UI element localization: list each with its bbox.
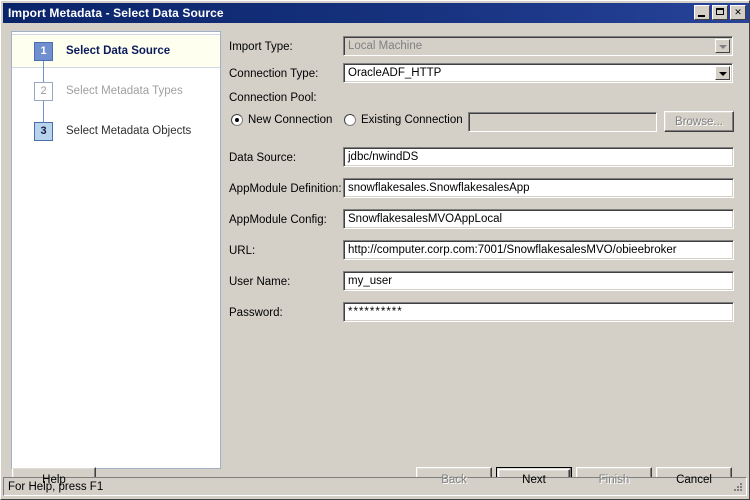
- step-label-1: Select Data Source: [66, 45, 171, 57]
- appmodule-definition-label: AppModule Definition:: [229, 183, 342, 195]
- data-source-label: Data Source:: [229, 152, 297, 164]
- title-bar: Import Metadata - Select Data Source ✕: [3, 3, 749, 23]
- url-label: URL:: [229, 245, 256, 257]
- appmodule-definition-value: snowflakesales.SnowflakesalesApp: [348, 182, 530, 194]
- radio-icon-unselected: [344, 114, 356, 126]
- resize-grip-icon[interactable]: [732, 481, 744, 493]
- step-badge-1: 1: [34, 41, 53, 61]
- chevron-down-icon[interactable]: [715, 39, 730, 53]
- browse-button-label: Browse...: [675, 115, 723, 128]
- new-connection-label: New Connection: [248, 114, 333, 126]
- finish-button-label: Finish: [598, 473, 630, 486]
- window-title: Import Metadata - Select Data Source: [8, 6, 224, 20]
- step-label-2: Select Metadata Types: [66, 85, 183, 97]
- step-badge-2: 2: [34, 81, 53, 101]
- window-controls: ✕: [694, 5, 746, 20]
- help-button-label: Help: [42, 473, 66, 486]
- data-source-input[interactable]: jdbc/nwindDS: [343, 147, 734, 167]
- url-input[interactable]: http://computer.corp.com:7001/Snowflakes…: [343, 240, 734, 260]
- connection-type-combobox[interactable]: OracleADF_HTTP: [343, 63, 733, 83]
- minimize-button[interactable]: [694, 5, 710, 20]
- existing-connection-input[interactable]: [468, 112, 657, 132]
- radio-icon-selected: [231, 114, 243, 126]
- back-button-label: Back: [441, 473, 467, 486]
- password-value: **********: [348, 306, 403, 318]
- connection-type-label: Connection Type:: [229, 68, 319, 80]
- chevron-down-icon[interactable]: [715, 66, 730, 80]
- next-button-label: Next: [522, 473, 546, 486]
- browse-button[interactable]: Browse...: [664, 111, 734, 132]
- url-value: http://computer.corp.com:7001/Snowflakes…: [348, 244, 677, 256]
- new-connection-radio[interactable]: New Connection: [231, 114, 332, 126]
- existing-connection-radio[interactable]: Existing Connection: [344, 114, 463, 126]
- password-input[interactable]: **********: [343, 302, 734, 322]
- import-type-combobox[interactable]: Local Machine: [343, 36, 733, 56]
- data-source-value: jdbc/nwindDS: [348, 151, 419, 163]
- wizard-steps-panel: 1 Select Data Source 2 Select Metadata T…: [11, 31, 221, 469]
- appmodule-config-input[interactable]: SnowflakesalesMVOAppLocal: [343, 209, 734, 229]
- user-name-label: User Name:: [229, 276, 291, 288]
- dialog-client-area: 1 Select Data Source 2 Select Metadata T…: [3, 24, 749, 497]
- close-button[interactable]: ✕: [730, 5, 746, 20]
- user-name-input[interactable]: my_user: [343, 271, 734, 291]
- appmodule-definition-input[interactable]: snowflakesales.SnowflakesalesApp: [343, 178, 734, 198]
- step-badge-3: 3: [34, 121, 53, 141]
- appmodule-config-label: AppModule Config:: [229, 214, 327, 226]
- existing-connection-label: Existing Connection: [361, 114, 463, 126]
- user-name-value: my_user: [348, 275, 393, 287]
- dialog-window: Import Metadata - Select Data Source ✕ 1…: [0, 0, 750, 500]
- password-label: Password:: [229, 307, 283, 319]
- import-type-value: Local Machine: [348, 40, 423, 52]
- import-type-label: Import Type:: [229, 41, 293, 53]
- appmodule-config-value: SnowflakesalesMVOAppLocal: [348, 213, 503, 225]
- step-label-3: Select Metadata Objects: [66, 125, 192, 137]
- connection-pool-label: Connection Pool:: [229, 92, 317, 104]
- cancel-button-label: Cancel: [676, 473, 712, 486]
- close-icon: ✕: [734, 7, 742, 17]
- status-bar: For Help, press F1: [3, 477, 747, 496]
- maximize-button[interactable]: [712, 5, 728, 20]
- connection-type-value: OracleADF_HTTP: [348, 67, 442, 79]
